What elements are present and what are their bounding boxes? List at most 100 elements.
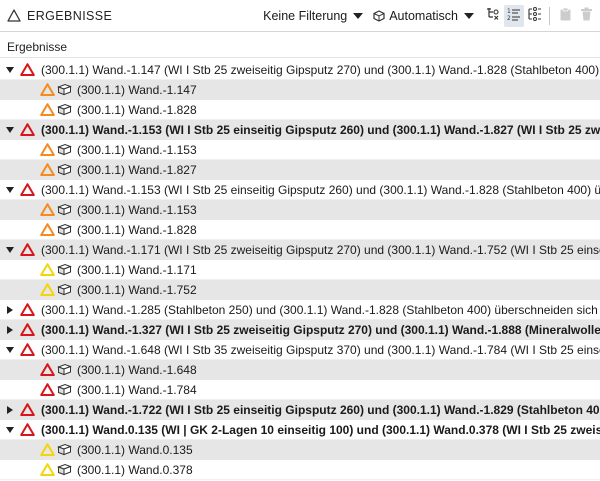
expanded-toggle-icon[interactable] <box>3 120 17 139</box>
warning-triangle-icon <box>20 63 35 76</box>
collapsed-toggle-icon[interactable] <box>3 400 17 419</box>
filter-dropdown[interactable]: Keine Filterung <box>263 0 364 31</box>
element-label: (300.1.1) Wand.-1.784 <box>77 382 197 397</box>
clipboard-icon <box>559 7 572 24</box>
warning-triangle-icon <box>20 343 35 356</box>
panel-title: ERGEBNISSE <box>27 8 113 23</box>
warning-triangle-icon <box>40 203 55 216</box>
result-label: (300.1.1) Wand.-1.722 (WI I Stb 25 einse… <box>41 402 600 417</box>
element-label: (300.1.1) Wand.-1.153 <box>77 142 197 157</box>
svg-text:1: 1 <box>507 8 511 15</box>
warning-triangle-icon <box>40 83 55 96</box>
result-row[interactable]: (300.1.1) Wand.-1.153 (WI I Stb 25 einse… <box>0 120 600 140</box>
result-element-row[interactable]: (300.1.1) Wand.-1.828 <box>0 220 600 240</box>
result-row[interactable]: (300.1.1) Wand.-1.147 (WI I Stb 25 zweis… <box>0 60 600 80</box>
warning-triangle-icon <box>40 443 55 456</box>
result-row[interactable]: (300.1.1) Wand.-1.171 (WI I Stb 25 zweis… <box>0 240 600 260</box>
cube-element-icon <box>57 203 72 216</box>
expanded-toggle-icon[interactable] <box>3 340 17 359</box>
cube-element-icon <box>57 223 72 236</box>
sorted-list-button[interactable]: 12 <box>504 4 524 27</box>
warning-triangle-icon <box>40 263 55 276</box>
element-label: (300.1.1) Wand.-1.147 <box>77 82 197 97</box>
result-row[interactable]: (300.1.1) Wand.-1.648 (WI I Stb 35 zweis… <box>0 340 600 360</box>
results-tree: (300.1.1) Wand.-1.147 (WI I Stb 25 zweis… <box>0 60 600 480</box>
collapsed-toggle-icon[interactable] <box>3 320 17 339</box>
chevron-down-icon <box>353 12 364 19</box>
warning-triangle-icon <box>40 383 55 396</box>
result-label: (300.1.1) Wand.-1.171 (WI I Stb 25 zweis… <box>41 242 600 257</box>
warning-triangle-icon <box>20 403 35 416</box>
result-label: (300.1.1) Wand.-1.153 (WI I Stb 25 einse… <box>41 122 600 137</box>
copy-button[interactable] <box>555 5 575 27</box>
result-element-row[interactable]: (300.1.1) Wand.-1.827 <box>0 160 600 180</box>
warning-outline-icon <box>7 9 21 22</box>
cube-element-icon <box>57 463 72 476</box>
result-row[interactable]: (300.1.1) Wand.0.135 (WI | GK 2-Lagen 10… <box>0 420 600 440</box>
warning-triangle-icon <box>20 123 35 136</box>
panel-toolbar: ERGEBNISSE Keine Filterung Automatisch 1… <box>0 0 600 32</box>
cube-element-icon <box>57 83 72 96</box>
cube-element-icon <box>57 143 72 156</box>
result-label: (300.1.1) Wand.-1.648 (WI I Stb 35 zweis… <box>41 342 600 357</box>
panel-title-area: ERGEBNISSE <box>0 0 112 31</box>
result-element-row[interactable]: (300.1.1) Wand.-1.147 <box>0 80 600 100</box>
element-label: (300.1.1) Wand.-1.827 <box>77 162 197 177</box>
result-element-row[interactable]: (300.1.1) Wand.-1.153 <box>0 200 600 220</box>
result-label: (300.1.1) Wand.-1.147 (WI I Stb 25 zweis… <box>41 62 600 77</box>
expanded-toggle-icon[interactable] <box>3 60 17 79</box>
element-label: (300.1.1) Wand.0.378 <box>77 462 193 477</box>
result-element-row[interactable]: (300.1.1) Wand.-1.171 <box>0 260 600 280</box>
result-element-row[interactable]: (300.1.1) Wand.-1.828 <box>0 100 600 120</box>
result-row[interactable]: (300.1.1) Wand.-1.153 (WI I Stb 25 einse… <box>0 180 600 200</box>
warning-triangle-icon <box>20 183 35 196</box>
warning-triangle-icon <box>20 243 35 256</box>
expanded-toggle-icon[interactable] <box>3 180 17 199</box>
tree-expand-icon <box>528 7 542 24</box>
delete-button[interactable] <box>576 5 596 27</box>
result-element-row[interactable]: (300.1.1) Wand.-1.784 <box>0 380 600 400</box>
result-element-row[interactable]: (300.1.1) Wand.0.135 <box>0 440 600 460</box>
warning-triangle-icon <box>40 283 55 296</box>
cube-element-icon <box>57 263 72 276</box>
result-label: (300.1.1) Wand.-1.327 (WI I Stb 25 zweis… <box>41 322 600 337</box>
result-element-row[interactable]: (300.1.1) Wand.-1.153 <box>0 140 600 160</box>
result-element-row[interactable]: (300.1.1) Wand.-1.648 <box>0 360 600 380</box>
cube-element-icon <box>57 363 72 376</box>
trash-icon <box>580 7 593 24</box>
results-column-header[interactable]: Ergebnisse <box>0 36 600 58</box>
element-label: (300.1.1) Wand.-1.171 <box>77 262 197 277</box>
warning-triangle-icon <box>20 323 35 336</box>
tree-expand-button[interactable] <box>525 5 545 27</box>
mode-dropdown[interactable]: Automatisch <box>373 0 474 31</box>
result-row[interactable]: (300.1.1) Wand.-1.722 (WI I Stb 25 einse… <box>0 400 600 420</box>
tree-structure-icon <box>486 7 500 24</box>
svg-text:2: 2 <box>507 15 511 21</box>
element-label: (300.1.1) Wand.-1.752 <box>77 282 197 297</box>
list-sorted-icon: 12 <box>507 7 521 24</box>
toolbar-tools: Keine Filterung Automatisch 12 <box>263 0 600 31</box>
warning-triangle-icon <box>40 223 55 236</box>
toolbar-divider <box>549 6 550 25</box>
cube-settings-icon <box>373 9 385 22</box>
result-row[interactable]: (300.1.1) Wand.-1.327 (WI I Stb 25 zweis… <box>0 320 600 340</box>
tree-structure-button[interactable] <box>483 5 503 27</box>
mode-dropdown-label: Automatisch <box>389 8 458 23</box>
filter-dropdown-label: Keine Filterung <box>263 8 348 23</box>
element-label: (300.1.1) Wand.-1.153 <box>77 202 197 217</box>
expanded-toggle-icon[interactable] <box>3 420 17 439</box>
chevron-down-icon <box>464 12 474 19</box>
result-row[interactable]: (300.1.1) Wand.-1.285 (Stahlbeton 250) u… <box>0 300 600 320</box>
warning-triangle-icon <box>40 463 55 476</box>
warning-triangle-icon <box>40 103 55 116</box>
element-label: (300.1.1) Wand.0.135 <box>77 442 193 457</box>
cube-element-icon <box>57 443 72 456</box>
result-element-row[interactable]: (300.1.1) Wand.0.378 <box>0 460 600 480</box>
element-label: (300.1.1) Wand.-1.828 <box>77 102 197 117</box>
element-label: (300.1.1) Wand.-1.648 <box>77 362 197 377</box>
collapsed-toggle-icon[interactable] <box>3 300 17 319</box>
result-element-row[interactable]: (300.1.1) Wand.-1.752 <box>0 280 600 300</box>
expanded-toggle-icon[interactable] <box>3 240 17 259</box>
warning-triangle-icon <box>40 363 55 376</box>
cube-element-icon <box>57 163 72 176</box>
